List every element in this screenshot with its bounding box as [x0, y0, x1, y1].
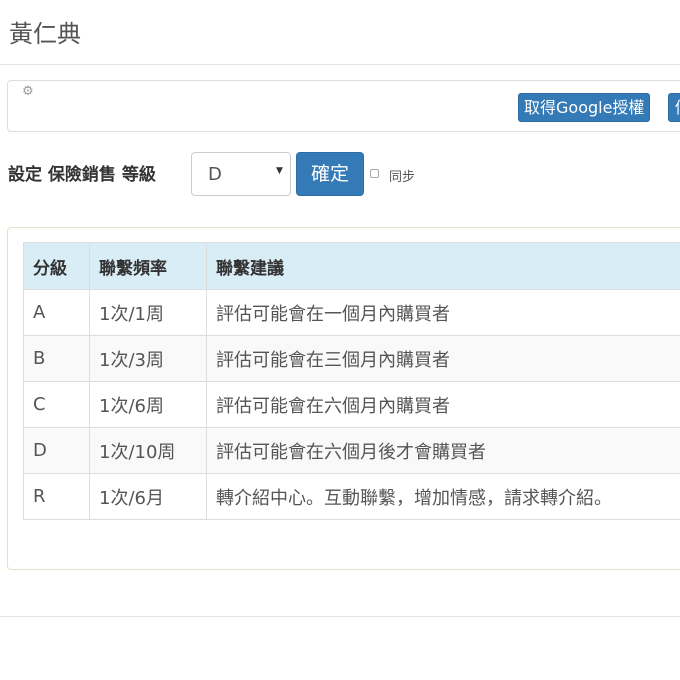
table-row: B 1次/3周 評估可能會在三個月內購買者	[23, 335, 680, 382]
levels-table: 分級 聯繫頻率 聯繫建議 A 1次/1周 評估可能會在一個月內購買者 B 1次/…	[23, 242, 680, 520]
table-row: C 1次/6周 評估可能會在六個月內購買者	[23, 381, 680, 428]
level-select[interactable]: D ▼	[191, 152, 291, 196]
suggestion-cell: 評估可能會在六個月後才會購買者	[206, 427, 680, 474]
table-row: R 1次/6月 轉介紹中心。互動聯繫，增加情感，請求轉介紹。	[23, 473, 680, 520]
table-header-row: 分級 聯繫頻率 聯繫建議	[23, 242, 680, 290]
footer-divider	[0, 616, 680, 617]
sync-checkbox[interactable]	[370, 169, 379, 178]
header-divider	[0, 64, 680, 65]
frequency-cell: 1次/6月	[89, 473, 207, 520]
sync-label: 同步	[389, 170, 416, 185]
suggestion-cell: 評估可能會在三個月內購買者	[206, 335, 680, 382]
level-cell: D	[23, 427, 90, 474]
suggestion-cell: 轉介紹中心。互動聯繫，增加情感，請求轉介紹。	[206, 473, 680, 520]
level-cell: C	[23, 381, 90, 428]
column-header-suggestion: 聯繫建議	[206, 242, 680, 290]
frequency-cell: 1次/3周	[89, 335, 207, 382]
frequency-cell: 1次/6周	[89, 381, 207, 428]
level-setting-label: 設定 保險銷售 等級	[8, 165, 156, 185]
page: 黃仁典 ⚙ 取得Google授權 個 設定 保險銷售 等級 D ▼ 確定 同步 …	[0, 0, 680, 680]
level-cell: B	[23, 335, 90, 382]
page-title: 黃仁典	[9, 20, 81, 48]
suggestion-cell: 評估可能會在六個月內購買者	[206, 381, 680, 428]
suggestion-cell: 評估可能會在一個月內購買者	[206, 289, 680, 336]
table-row: D 1次/10周 評估可能會在六個月後才會購買者	[23, 427, 680, 474]
caret-down-icon: ▼	[276, 166, 283, 176]
table-row: A 1次/1周 評估可能會在一個月內購買者	[23, 289, 680, 336]
frequency-cell: 1次/10周	[89, 427, 207, 474]
level-cell: R	[23, 473, 90, 520]
level-select-value: D	[208, 164, 222, 185]
frequency-cell: 1次/1周	[89, 289, 207, 336]
confirm-button[interactable]: 確定	[296, 152, 364, 196]
toolbar-next-button[interactable]: 個	[668, 93, 680, 122]
column-header-frequency: 聯繫頻率	[89, 242, 207, 290]
google-auth-button[interactable]: 取得Google授權	[518, 93, 651, 122]
level-cell: A	[23, 289, 90, 336]
column-header-level: 分級	[23, 242, 90, 290]
gear-icon[interactable]: ⚙	[22, 84, 34, 100]
toolbar: ⚙ 取得Google授權 個	[7, 80, 680, 132]
